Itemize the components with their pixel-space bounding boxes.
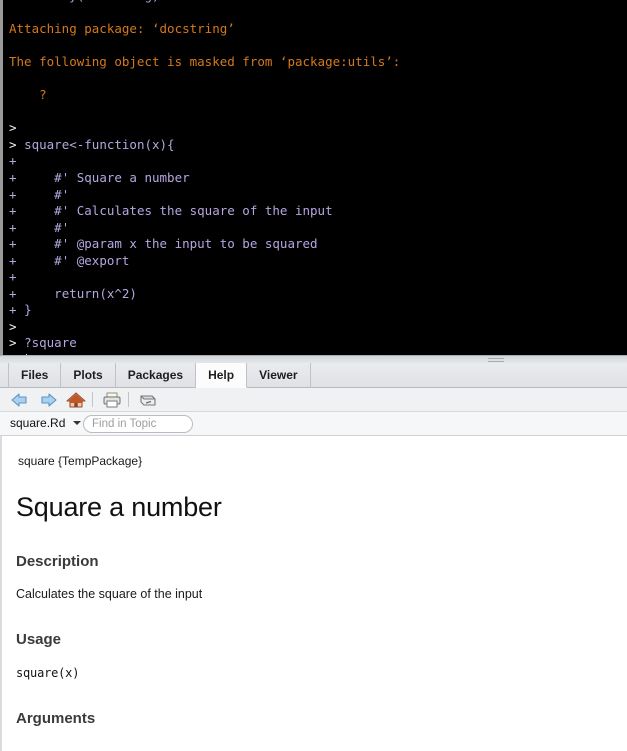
console-prompt: > <box>9 0 24 3</box>
tab-plots[interactable]: Plots <box>61 363 116 388</box>
console-prompt: + <box>9 285 25 301</box>
console-line: > ?square <box>9 335 627 352</box>
console-message-text: ? <box>9 87 47 103</box>
console-line: ? <box>9 87 627 104</box>
chevron-down-icon <box>72 421 81 425</box>
tab-files[interactable]: Files <box>8 363 62 388</box>
console-line: + return(x^2) <box>9 286 627 303</box>
home-icon[interactable] <box>66 391 86 409</box>
console-code-text: return(x^2) <box>24 285 137 301</box>
console-code-text: ?square <box>24 335 77 351</box>
console-code-text: #' <box>24 186 70 202</box>
help-findbar: square.Rd <box>0 412 627 436</box>
console-prompt: > <box>9 120 17 136</box>
console-prompt: + <box>9 219 25 235</box>
console-code-text: } <box>24 302 32 318</box>
console-line: + <box>9 269 627 286</box>
help-content-area[interactable]: square {TempPackage} Square a number Des… <box>0 436 627 751</box>
console-code-text: #' <box>24 219 70 235</box>
section-heading-description: Description <box>16 553 99 570</box>
console-prompt: + <box>9 186 25 202</box>
usage-code: square(x) <box>16 666 80 680</box>
console-prompt: + <box>9 203 25 219</box>
console-prompt: > <box>9 335 25 351</box>
console-code-text: #' @param x the input to be squared <box>24 236 318 252</box>
rd-file-dropdown[interactable]: square.Rd <box>10 416 81 430</box>
tab-help[interactable]: Help <box>196 363 248 388</box>
console-prompt: + <box>9 236 25 252</box>
console-line: > square<-function(x){ <box>9 137 627 154</box>
help-toolbar <box>0 388 627 412</box>
tab-viewer[interactable]: Viewer <box>247 363 311 388</box>
console-prompt: + <box>9 302 25 318</box>
tab-packages[interactable]: Packages <box>116 363 197 388</box>
console-line: + #' <box>9 220 627 237</box>
r-console-pane[interactable]: > library(docstring) Attaching package: … <box>0 0 627 355</box>
console-line: + #' @param x the input to be squared <box>9 236 627 253</box>
help-topic-header: square {TempPackage} <box>18 454 143 468</box>
help-pane-tabbar: Files Plots Packages Help Viewer <box>0 363 627 388</box>
toolbar-separator-2 <box>128 392 129 407</box>
console-line: The following object is masked from ‘pac… <box>9 54 627 71</box>
console-line: + #' Square a number <box>9 170 627 187</box>
console-line: Attaching package: ‘docstring’ <box>9 21 627 38</box>
console-code-text: #' @export <box>24 252 130 268</box>
console-line: + #' <box>9 187 627 204</box>
console-code-text: square<-function(x){ <box>24 136 175 152</box>
console-message-text: Attaching package: ‘docstring’ <box>9 21 235 37</box>
help-page-title: Square a number <box>16 492 222 522</box>
rd-file-label: square.Rd <box>10 416 66 430</box>
console-prompt: > <box>9 318 17 334</box>
console-line: + <box>9 153 627 170</box>
find-in-topic-input[interactable] <box>83 415 193 433</box>
console-line: + } <box>9 302 627 319</box>
description-text: Calculates the square of the input <box>16 587 203 601</box>
print-icon[interactable] <box>102 391 122 409</box>
console-prompt: + <box>9 170 25 186</box>
console-line: > <box>9 319 627 336</box>
console-prompt: > <box>9 136 25 152</box>
toolbar-separator-1 <box>92 392 93 407</box>
section-heading-usage: Usage <box>16 631 62 648</box>
section-heading-arguments: Arguments <box>16 710 96 727</box>
forward-icon[interactable] <box>38 391 58 409</box>
console-output[interactable]: > library(docstring) Attaching package: … <box>3 0 627 355</box>
console-line: > <box>9 120 627 137</box>
console-prompt: + <box>9 153 25 169</box>
console-line: + #' Calculates the square of the input <box>9 203 627 220</box>
console-line: + #' @export <box>9 253 627 270</box>
console-code-text: #' Calculates the square of the input <box>24 203 333 219</box>
show-in-window-icon[interactable] <box>138 391 158 409</box>
console-prompt: + <box>9 252 25 268</box>
back-icon[interactable] <box>10 391 30 409</box>
console-code-text: library(docstring) <box>24 0 159 3</box>
console-prompt: + <box>9 269 25 285</box>
console-message-text: The following object is masked from ‘pac… <box>9 54 401 70</box>
console-code-text: #' Square a number <box>24 170 190 186</box>
